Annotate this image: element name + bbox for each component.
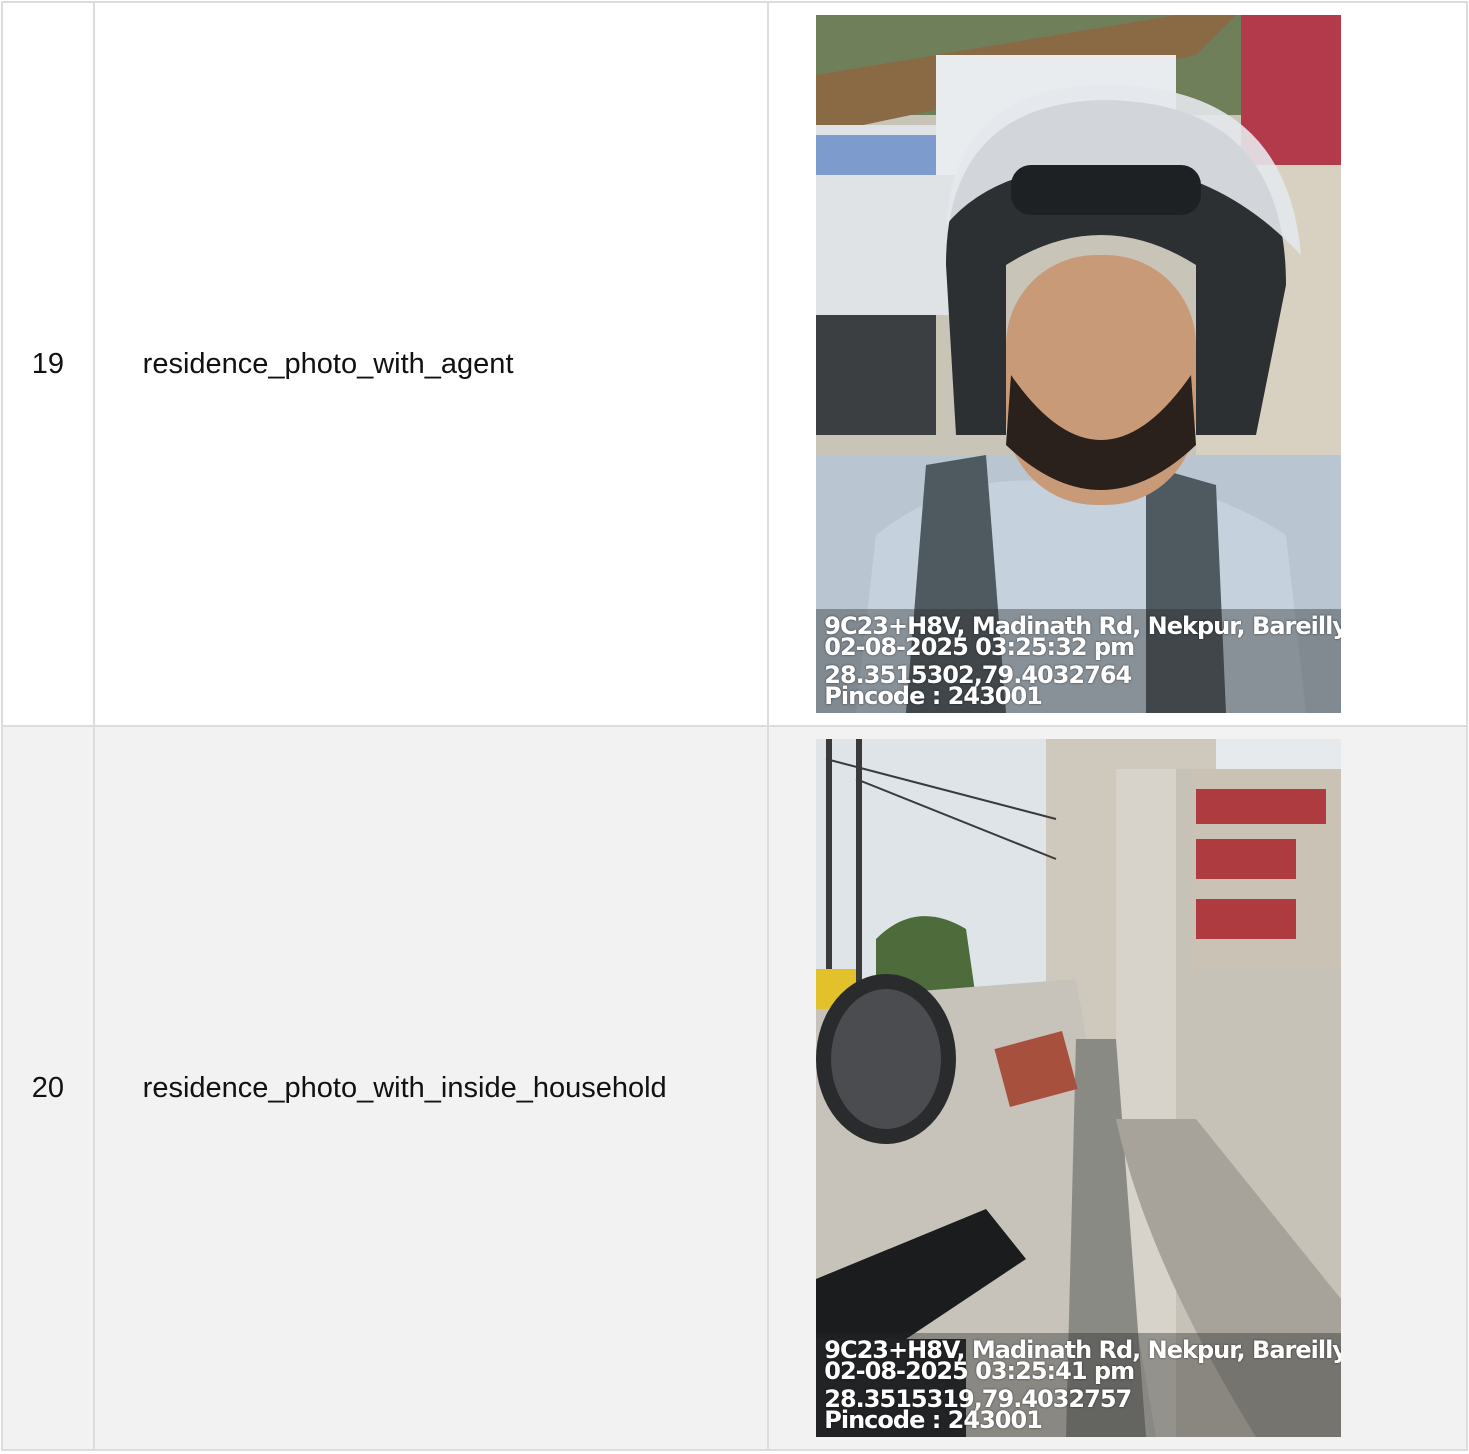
household-street-photo[interactable]: 9C23+H8V, Madinath Rd, Nekpur, Bareilly,… [816,739,1342,1437]
stamp-pincode: Pincode : 243001 [824,682,1043,710]
row-number: 19 [1,1,95,727]
table-row: 20 residence_photo_with_inside_household [1,725,1468,1451]
photo-cell: 9C23+H8V, Madinath Rd, Nekpur, Bareilly,… [767,725,1468,1451]
photo-cell: 9C23+H8V, Madinath Rd, Nekpur, Bareilly,… [767,1,1468,727]
geo-stamp-overlay: 9C23+H8V, Madinath Rd, Nekpur, Bareilly,… [816,609,1342,713]
agent-selfie-photo[interactable]: 9C23+H8V, Madinath Rd, Nekpur, Bareilly,… [816,15,1342,713]
table-row: 19 residence_photo_with_agent 9C23+H8V, … [1,1,1468,727]
stamp-datetime: 02-08-2025 03:25:32 pm [824,633,1135,661]
stamp-datetime: 02-08-2025 03:25:41 pm [824,1357,1135,1385]
row-number: 20 [1,725,95,1451]
field-name: residence_photo_with_agent [92,1,770,727]
stamp-pincode: Pincode : 243001 [824,1406,1043,1434]
geo-stamp-overlay: 9C23+H8V, Madinath Rd, Nekpur, Bareilly,… [816,1333,1342,1437]
photo-table: 19 residence_photo_with_agent 9C23+H8V, … [1,1,1468,1451]
field-name: residence_photo_with_inside_household [92,725,770,1451]
